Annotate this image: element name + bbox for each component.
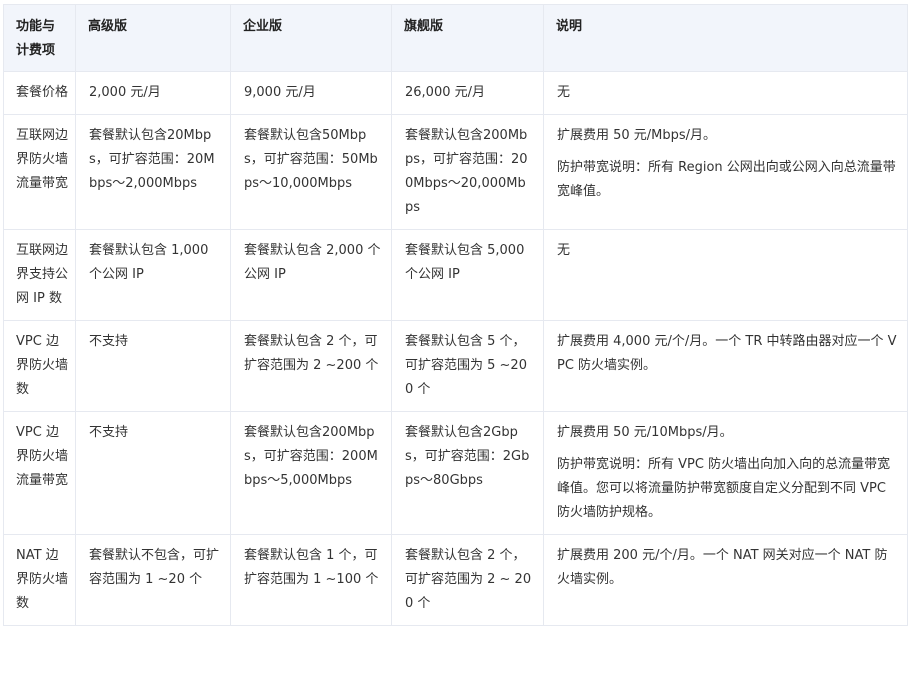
feature-cell: NAT 边界防火墙数	[3, 534, 76, 626]
note-text: 扩展费用 50 元/10Mbps/月。	[557, 425, 733, 440]
flagship-cell: 26,000 元/月	[391, 71, 544, 115]
advanced-cell: 不支持	[75, 411, 231, 535]
note-text: 扩展费用 50 元/Mbps/月。	[557, 128, 717, 143]
header-row: 功能与计费项 高级版 企业版 旗舰版 说明	[3, 4, 908, 72]
note-text: 无	[557, 243, 571, 258]
flagship-cell: 套餐默认包含200Mbps，可扩容范围：200Mbps～20,000Mbps	[391, 114, 544, 230]
pricing-table-container: 功能与计费项 高级版 企业版 旗舰版 说明 套餐价格 2,000 元/月 9,0…	[3, 4, 908, 626]
header-note: 说明	[543, 4, 908, 72]
table-row: VPC 边界防火墙流量带宽 不支持 套餐默认包含200Mbps，可扩容范围：20…	[3, 411, 908, 535]
feature-cell: 互联网边界防火墙流量带宽	[3, 114, 76, 230]
table-row: NAT 边界防火墙数 套餐默认不包含，可扩容范围为 1 ~20 个 套餐默认包含…	[3, 534, 908, 626]
note-cell: 无	[543, 71, 908, 115]
note-text: 扩展费用 200 元/个/月。一个 NAT 网关对应一个 NAT 防火墙实例。	[557, 548, 888, 587]
advanced-cell: 套餐默认不包含，可扩容范围为 1 ~20 个	[75, 534, 231, 626]
flagship-cell: 套餐默认包含 5,000 个公网 IP	[391, 229, 544, 321]
header-advanced: 高级版	[75, 4, 231, 72]
note-text: 防护带宽说明：所有 Region 公网出向或公网入向总流量带宽峰值。	[557, 160, 896, 199]
note-cell: 扩展费用 4,000 元/个/月。一个 TR 中转路由器对应一个 VPC 防火墙…	[543, 320, 908, 412]
table-row: 套餐价格 2,000 元/月 9,000 元/月 26,000 元/月 无	[3, 71, 908, 115]
header-feature: 功能与计费项	[3, 4, 76, 72]
table-header: 功能与计费项 高级版 企业版 旗舰版 说明	[3, 4, 908, 72]
table-row: 互联网边界防火墙流量带宽 套餐默认包含20Mbps，可扩容范围：20Mbps～2…	[3, 114, 908, 230]
enterprise-cell: 套餐默认包含 2 个，可扩容范围为 2 ~200 个	[230, 320, 392, 412]
enterprise-cell: 套餐默认包含200Mbps，可扩容范围：200Mbps～5,000Mbps	[230, 411, 392, 535]
feature-cell: VPC 边界防火墙流量带宽	[3, 411, 76, 535]
table-body: 套餐价格 2,000 元/月 9,000 元/月 26,000 元/月 无 互联…	[3, 71, 908, 626]
note-text: 无	[557, 85, 571, 100]
note-text: 防护带宽说明：所有 VPC 防火墙出向加入向的总流量带宽峰值。您可以将流量防护带…	[557, 457, 891, 520]
pricing-table: 功能与计费项 高级版 企业版 旗舰版 说明 套餐价格 2,000 元/月 9,0…	[3, 4, 908, 626]
feature-cell: VPC 边界防火墙数	[3, 320, 76, 412]
note-cell: 扩展费用 50 元/10Mbps/月。 防护带宽说明：所有 VPC 防火墙出向加…	[543, 411, 908, 535]
feature-cell: 套餐价格	[3, 71, 76, 115]
note-text: 扩展费用 4,000 元/个/月。一个 TR 中转路由器对应一个 VPC 防火墙…	[557, 334, 897, 373]
table-row: 互联网边界支持公网 IP 数 套餐默认包含 1,000 个公网 IP 套餐默认包…	[3, 229, 908, 321]
note-cell: 无	[543, 229, 908, 321]
advanced-cell: 套餐默认包含20Mbps，可扩容范围：20Mbps～2,000Mbps	[75, 114, 231, 230]
flagship-cell: 套餐默认包含 2 个，可扩容范围为 2 ~ 200 个	[391, 534, 544, 626]
feature-cell: 互联网边界支持公网 IP 数	[3, 229, 76, 321]
table-row: VPC 边界防火墙数 不支持 套餐默认包含 2 个，可扩容范围为 2 ~200 …	[3, 320, 908, 412]
flagship-cell: 套餐默认包含 5 个，可扩容范围为 5 ~200 个	[391, 320, 544, 412]
advanced-cell: 不支持	[75, 320, 231, 412]
enterprise-cell: 9,000 元/月	[230, 71, 392, 115]
header-flagship: 旗舰版	[391, 4, 544, 72]
header-enterprise: 企业版	[230, 4, 392, 72]
enterprise-cell: 套餐默认包含 2,000 个公网 IP	[230, 229, 392, 321]
advanced-cell: 2,000 元/月	[75, 71, 231, 115]
advanced-cell: 套餐默认包含 1,000 个公网 IP	[75, 229, 231, 321]
note-cell: 扩展费用 200 元/个/月。一个 NAT 网关对应一个 NAT 防火墙实例。	[543, 534, 908, 626]
note-cell: 扩展费用 50 元/Mbps/月。 防护带宽说明：所有 Region 公网出向或…	[543, 114, 908, 230]
flagship-cell: 套餐默认包含2Gbps，可扩容范围：2Gbps～80Gbps	[391, 411, 544, 535]
enterprise-cell: 套餐默认包含50Mbps，可扩容范围：50Mbps～10,000Mbps	[230, 114, 392, 230]
enterprise-cell: 套餐默认包含 1 个，可扩容范围为 1 ~100 个	[230, 534, 392, 626]
